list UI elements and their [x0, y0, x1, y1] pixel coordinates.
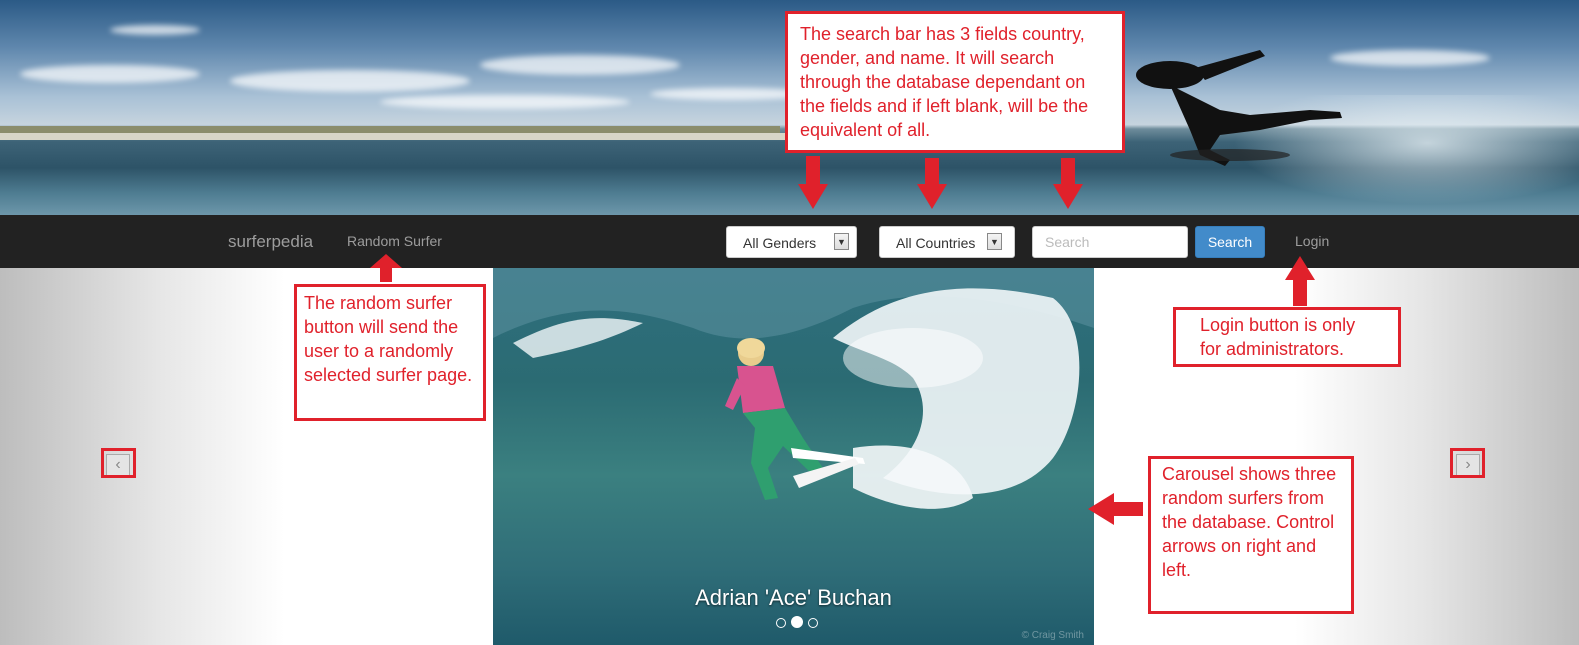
arrow-down-icon	[917, 158, 947, 209]
arrow-down-icon	[798, 156, 828, 209]
annotation-next-outline	[1450, 448, 1485, 478]
arrow-left-icon	[1088, 493, 1143, 525]
carousel-indicator-active[interactable]	[791, 616, 803, 628]
gender-select-value: All Genders	[743, 235, 817, 251]
carousel-indicator[interactable]	[776, 618, 786, 628]
carousel-caption: Adrian 'Ace' Buchan	[695, 585, 892, 610]
gender-select[interactable]: All Genders ▼	[726, 226, 857, 258]
chevron-down-icon: ▼	[834, 233, 849, 250]
photo-watermark: © Craig Smith	[1021, 630, 1084, 641]
arrow-up-icon	[1285, 256, 1315, 306]
annotation-login: Login button is only for administrators.	[1173, 307, 1401, 367]
random-surfer-link[interactable]: Random Surfer	[347, 233, 442, 249]
annotation-random-surfer: The random surfer button will send the u…	[294, 284, 486, 421]
search-button[interactable]: Search	[1195, 226, 1265, 258]
annotation-carousel: Carousel shows three random surfers from…	[1148, 456, 1354, 614]
login-link[interactable]: Login	[1295, 233, 1329, 249]
navbar: surferpedia Random Surfer All Genders ▼ …	[0, 215, 1579, 269]
annotation-prev-outline	[101, 448, 136, 478]
search-input[interactable]	[1032, 226, 1188, 258]
carousel-indicator[interactable]	[808, 618, 818, 628]
surfer-silhouette-icon	[1136, 50, 1342, 166]
country-select-value: All Countries	[896, 235, 976, 251]
arrow-down-icon	[1053, 158, 1083, 209]
annotation-search-bar: The search bar has 3 fields country, gen…	[785, 11, 1125, 153]
brand-link[interactable]: surferpedia	[228, 232, 313, 252]
chevron-down-icon: ▼	[987, 233, 1002, 250]
arrow-up-icon	[370, 254, 402, 282]
carousel-slide-image: Adrian 'Ace' Buchan © Craig Smith	[493, 268, 1094, 645]
carousel-indicators	[773, 615, 821, 633]
country-select[interactable]: All Countries ▼	[879, 226, 1015, 258]
